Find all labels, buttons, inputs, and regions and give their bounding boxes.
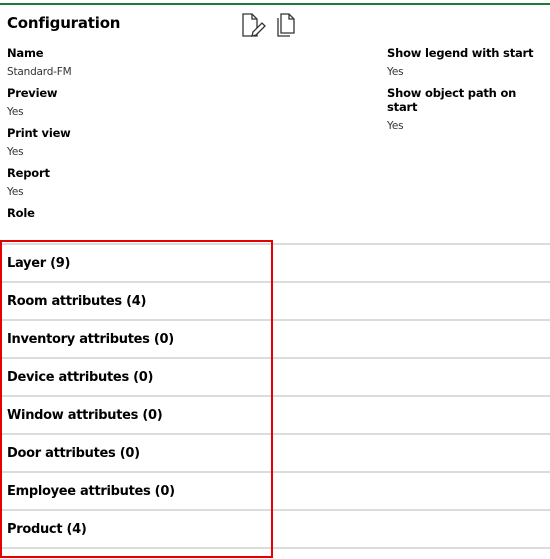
document-edit-icon <box>242 13 266 37</box>
property-label: Name <box>7 46 44 60</box>
property-label: Report <box>7 166 50 180</box>
section-room-attributes[interactable]: Room attributes (4) <box>0 281 550 319</box>
property-preview: Preview Yes <box>7 86 58 118</box>
property-label: Preview <box>7 86 58 100</box>
page-title: Configuration <box>7 14 121 32</box>
property-label: Role <box>7 206 35 220</box>
property-value: Yes <box>7 106 24 118</box>
property-name: Name Standard-FM <box>7 46 72 78</box>
property-label: Print view <box>7 126 71 140</box>
property-role: Role <box>7 206 35 226</box>
property-value: Yes <box>387 120 404 132</box>
section-device-attributes[interactable]: Device attributes (0) <box>0 357 550 395</box>
edit-button[interactable] <box>240 11 266 39</box>
property-show-object-path: Show object path on start Yes <box>387 86 550 132</box>
section-window-attributes[interactable]: Window attributes (0) <box>0 395 550 433</box>
section-door-attributes[interactable]: Door attributes (0) <box>0 433 550 471</box>
section-layer[interactable]: Layer (9) <box>0 243 550 281</box>
property-value: Standard-FM <box>7 66 72 78</box>
property-show-legend: Show legend with start Yes <box>387 46 534 78</box>
section-list: Layer (9) Room attributes (4) Inventory … <box>0 243 550 549</box>
property-label: Show object path on start <box>387 86 517 114</box>
property-value: Yes <box>7 146 24 158</box>
section-employee-attributes[interactable]: Employee attributes (0) <box>0 471 550 509</box>
property-value: Yes <box>7 186 24 198</box>
property-report: Report Yes <box>7 166 50 198</box>
copy-button[interactable] <box>274 11 300 39</box>
document-copy-icon <box>277 13 295 37</box>
header-accent-rule <box>0 3 550 5</box>
section-product[interactable]: Product (4) <box>0 509 550 549</box>
section-inventory-attributes[interactable]: Inventory attributes (0) <box>0 319 550 357</box>
property-label: Show legend with start <box>387 46 534 60</box>
property-print-view: Print view Yes <box>7 126 71 158</box>
property-value: Yes <box>387 66 404 78</box>
